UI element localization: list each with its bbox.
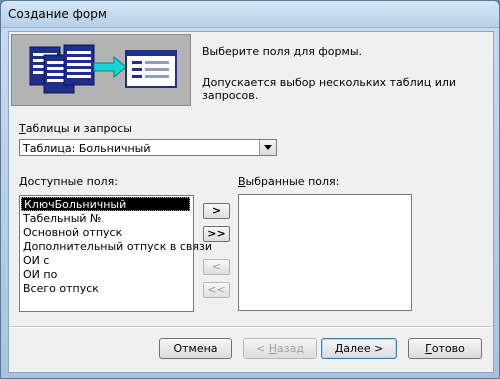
available-fields-label: Доступные поля: (19, 175, 118, 188)
list-item[interactable]: Дополнительный отпуск в связи (21, 240, 212, 254)
tables-queries-combobox[interactable]: Таблица: Больничный (19, 139, 277, 156)
back-button[interactable]: < Назад (243, 338, 317, 359)
add-field-button[interactable]: > (203, 203, 230, 219)
cancel-button[interactable]: Отмена (159, 338, 232, 359)
selected-fields-label: Выбранные поля: (238, 175, 340, 188)
tables-to-form-icon (29, 44, 177, 94)
combobox-value: Таблица: Больничный (23, 142, 151, 155)
list-item[interactable]: Всего отпуск (21, 282, 99, 296)
available-fields-list[interactable]: КлючБольничный Табельный № Основной отпу… (19, 195, 212, 312)
list-item[interactable]: Основной отпуск (21, 226, 122, 240)
list-item[interactable]: КлючБольничный (21, 197, 190, 211)
window-title: Создание форм (8, 7, 107, 21)
chevron-down-icon (264, 145, 272, 150)
add-all-fields-button[interactable]: >> (203, 226, 230, 242)
list-item[interactable]: ОИ с (21, 254, 49, 268)
remove-all-fields-button[interactable]: << (203, 282, 230, 298)
footer-divider (9, 326, 493, 328)
selected-fields-list[interactable] (238, 194, 412, 311)
list-item[interactable]: Табельный № (21, 212, 102, 226)
intro-text-1: Выберите поля для формы. (202, 45, 362, 58)
remove-field-button[interactable]: < (203, 259, 230, 275)
tables-queries-label: Таблицы и запросы (19, 122, 132, 135)
list-item[interactable]: ОИ по (21, 268, 57, 282)
next-button[interactable]: Далее > (321, 338, 397, 359)
title-bar[interactable]: Создание форм (1, 1, 499, 28)
wizard-client-area: Выберите поля для формы. Допускается выб… (8, 31, 494, 373)
form-wizard-window: Создание форм Выберите поля для формы. Д… (0, 0, 500, 379)
intro-text-2: Допускается выбор нескольких таблиц или … (202, 76, 457, 102)
finish-button[interactable]: Готово (408, 338, 482, 359)
dropdown-button[interactable] (259, 140, 276, 155)
wizard-illustration (11, 34, 191, 106)
